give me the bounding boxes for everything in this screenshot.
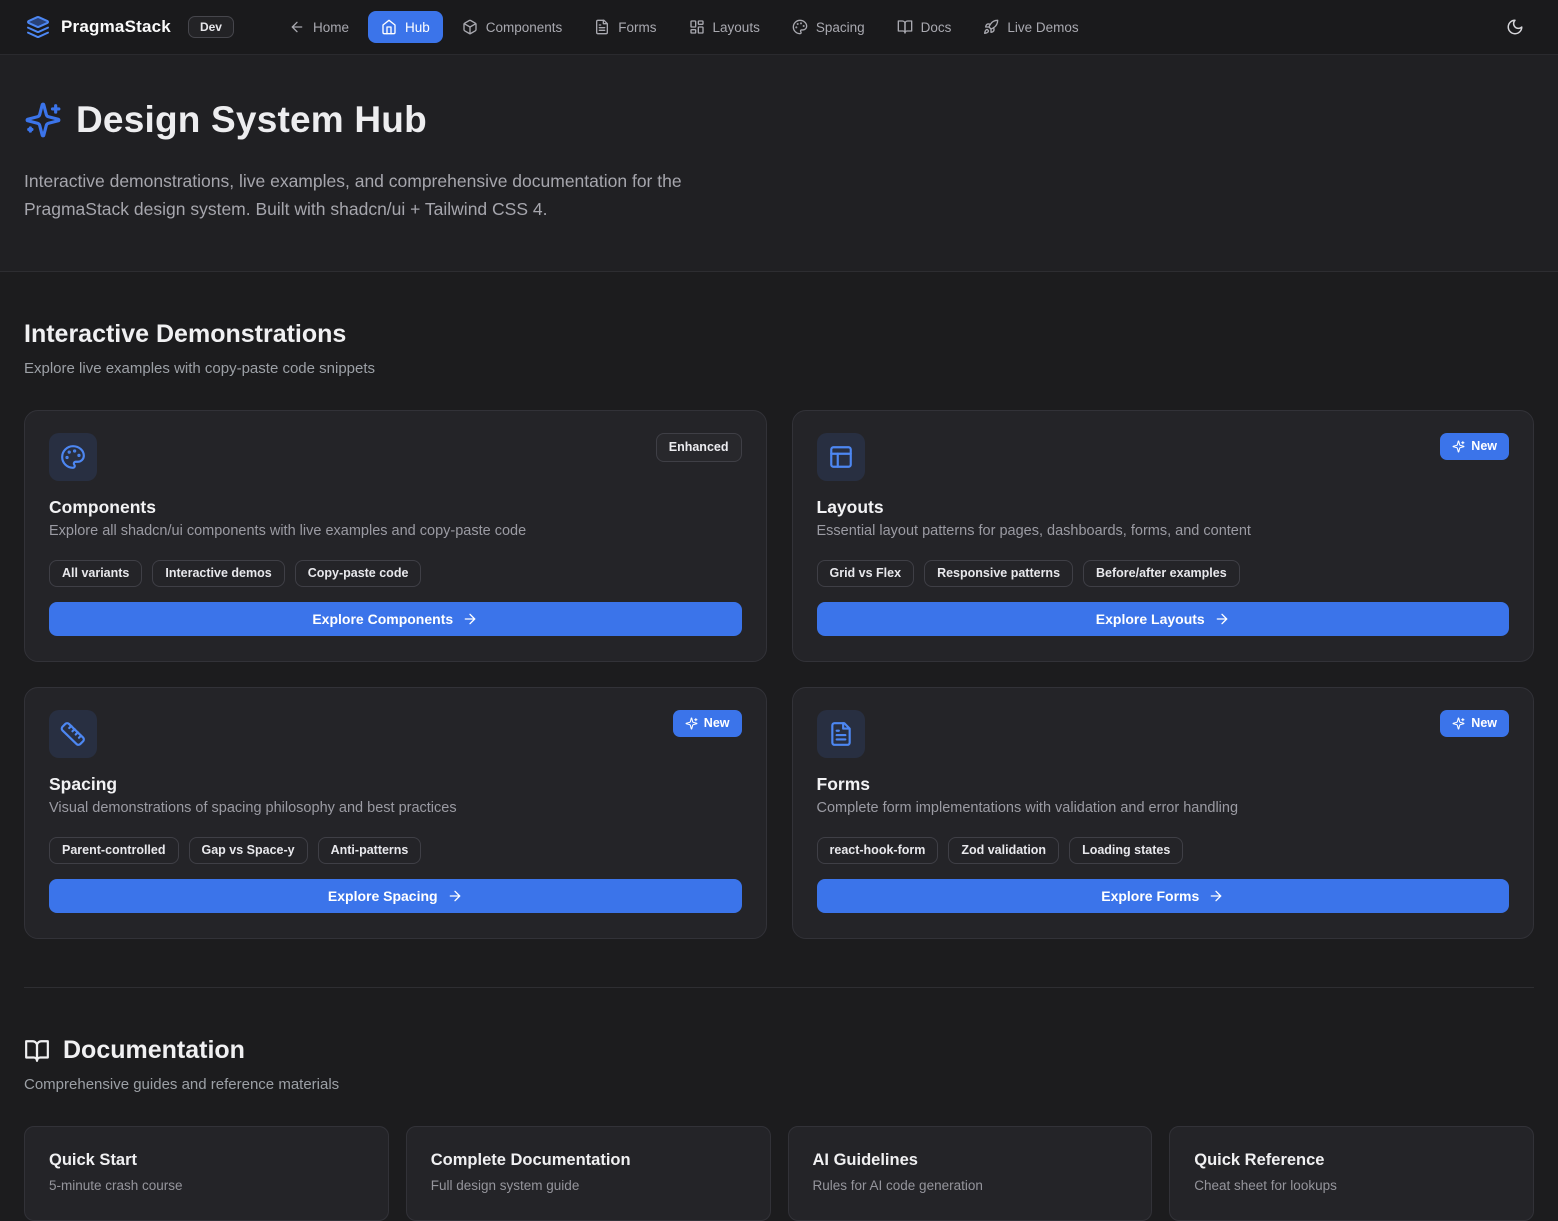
- arrow-right-icon: [1214, 611, 1230, 627]
- main-content: Interactive Demonstrations Explore live …: [0, 320, 1558, 1221]
- nav-item-hub[interactable]: Hub: [368, 11, 443, 43]
- feature-tag: Before/after examples: [1083, 560, 1240, 587]
- main-nav: Home Hub Components Forms Layouts: [276, 11, 1092, 43]
- brand[interactable]: PragmaStack Dev: [26, 15, 234, 39]
- demo-card-forms: New Forms Complete form implementations …: [792, 687, 1535, 939]
- demos-subheading: Explore live examples with copy-paste co…: [24, 360, 1534, 377]
- demo-card-layouts: New Layouts Essential layout patterns fo…: [792, 410, 1535, 662]
- docs-heading: Documentation: [24, 1036, 1534, 1065]
- palette-icon: [792, 19, 808, 35]
- arrow-right-icon: [462, 611, 478, 627]
- doc-card-title: Complete Documentation: [431, 1151, 746, 1170]
- panels-top-left-icon: [817, 433, 865, 481]
- explore-layouts-button[interactable]: Explore Layouts: [817, 602, 1510, 636]
- file-text-icon: [594, 19, 610, 35]
- moon-icon: [1506, 18, 1524, 36]
- doc-card-description: Rules for AI code generation: [813, 1178, 1128, 1193]
- ruler-icon: [49, 710, 97, 758]
- book-open-icon: [24, 1038, 50, 1064]
- hero-section: Design System Hub Interactive demonstrat…: [0, 55, 1558, 272]
- home-icon: [381, 19, 397, 35]
- feature-tag: All variants: [49, 560, 142, 587]
- nav-item-docs[interactable]: Docs: [884, 11, 965, 43]
- page-title: Design System Hub: [24, 99, 1534, 141]
- sparkles-icon: [685, 717, 698, 730]
- layers-logo-icon: [26, 15, 50, 39]
- demo-card-grid: Enhanced Components Explore all shadcn/u…: [24, 410, 1534, 939]
- section-divider: [24, 987, 1534, 988]
- status-badge: New: [673, 710, 742, 737]
- doc-card-ai-guidelines[interactable]: AI Guidelines Rules for AI code generati…: [788, 1126, 1153, 1221]
- nav-item-home[interactable]: Home: [276, 11, 362, 43]
- doc-card-title: AI Guidelines: [813, 1151, 1128, 1170]
- explore-forms-button[interactable]: Explore Forms: [817, 879, 1510, 913]
- nav-item-spacing[interactable]: Spacing: [779, 11, 878, 43]
- card-description: Essential layout patterns for pages, das…: [817, 523, 1510, 539]
- nav-item-forms[interactable]: Forms: [581, 11, 669, 43]
- nav-item-components[interactable]: Components: [449, 11, 576, 43]
- demo-card-spacing: New Spacing Visual demonstrations of spa…: [24, 687, 767, 939]
- status-badge: New: [1440, 433, 1509, 460]
- doc-card-description: Full design system guide: [431, 1178, 746, 1193]
- doc-card-title: Quick Reference: [1194, 1151, 1509, 1170]
- arrow-left-icon: [289, 19, 305, 35]
- feature-tag: Responsive patterns: [924, 560, 1073, 587]
- demos-heading: Interactive Demonstrations: [24, 320, 1534, 349]
- sparkles-icon: [24, 101, 62, 139]
- feature-tag: Copy-paste code: [295, 560, 422, 587]
- sparkles-icon: [1452, 717, 1465, 730]
- explore-components-button[interactable]: Explore Components: [49, 602, 742, 636]
- status-badge: Enhanced: [656, 433, 742, 462]
- docs-subheading: Comprehensive guides and reference mater…: [24, 1076, 1534, 1093]
- card-description: Visual demonstrations of spacing philoso…: [49, 800, 742, 816]
- feature-tag: Gap vs Space-y: [189, 837, 308, 864]
- feature-tag: Grid vs Flex: [817, 560, 915, 587]
- card-title: Components: [49, 497, 742, 518]
- doc-card-complete-documentation[interactable]: Complete Documentation Full design syste…: [406, 1126, 771, 1221]
- explore-spacing-button[interactable]: Explore Spacing: [49, 879, 742, 913]
- doc-card-grid: Quick Start 5-minute crash course Comple…: [24, 1126, 1534, 1221]
- theme-toggle-button[interactable]: [1498, 10, 1532, 44]
- file-text-icon: [817, 710, 865, 758]
- nav-item-live-demos[interactable]: Live Demos: [970, 11, 1091, 43]
- card-description: Explore all shadcn/ui components with li…: [49, 523, 742, 539]
- doc-card-description: 5-minute crash course: [49, 1178, 364, 1193]
- arrow-right-icon: [1208, 888, 1224, 904]
- package-icon: [462, 19, 478, 35]
- rocket-icon: [983, 19, 999, 35]
- feature-tag: Anti-patterns: [318, 837, 422, 864]
- nav-item-layouts[interactable]: Layouts: [676, 11, 773, 43]
- feature-tag: Interactive demos: [152, 560, 284, 587]
- doc-card-description: Cheat sheet for lookups: [1194, 1178, 1509, 1193]
- feature-tag: Parent-controlled: [49, 837, 179, 864]
- sparkles-icon: [1452, 440, 1465, 453]
- feature-tag: Loading states: [1069, 837, 1183, 864]
- palette-icon: [49, 433, 97, 481]
- book-open-icon: [897, 19, 913, 35]
- doc-card-quick-reference[interactable]: Quick Reference Cheat sheet for lookups: [1169, 1126, 1534, 1221]
- layout-dashboard-icon: [689, 19, 705, 35]
- dev-badge: Dev: [188, 16, 234, 38]
- hero-subtitle: Interactive demonstrations, live example…: [24, 167, 766, 223]
- doc-card-title: Quick Start: [49, 1151, 364, 1170]
- doc-card-quick-start[interactable]: Quick Start 5-minute crash course: [24, 1126, 389, 1221]
- brand-name: PragmaStack: [61, 17, 171, 37]
- feature-tag: react-hook-form: [817, 837, 939, 864]
- demo-card-components: Enhanced Components Explore all shadcn/u…: [24, 410, 767, 662]
- arrow-right-icon: [447, 888, 463, 904]
- card-title: Spacing: [49, 774, 742, 795]
- top-navbar: PragmaStack Dev Home Hub Components Fo: [0, 0, 1558, 55]
- card-description: Complete form implementations with valid…: [817, 800, 1510, 816]
- status-badge: New: [1440, 710, 1509, 737]
- card-title: Layouts: [817, 497, 1510, 518]
- card-title: Forms: [817, 774, 1510, 795]
- feature-tag: Zod validation: [948, 837, 1059, 864]
